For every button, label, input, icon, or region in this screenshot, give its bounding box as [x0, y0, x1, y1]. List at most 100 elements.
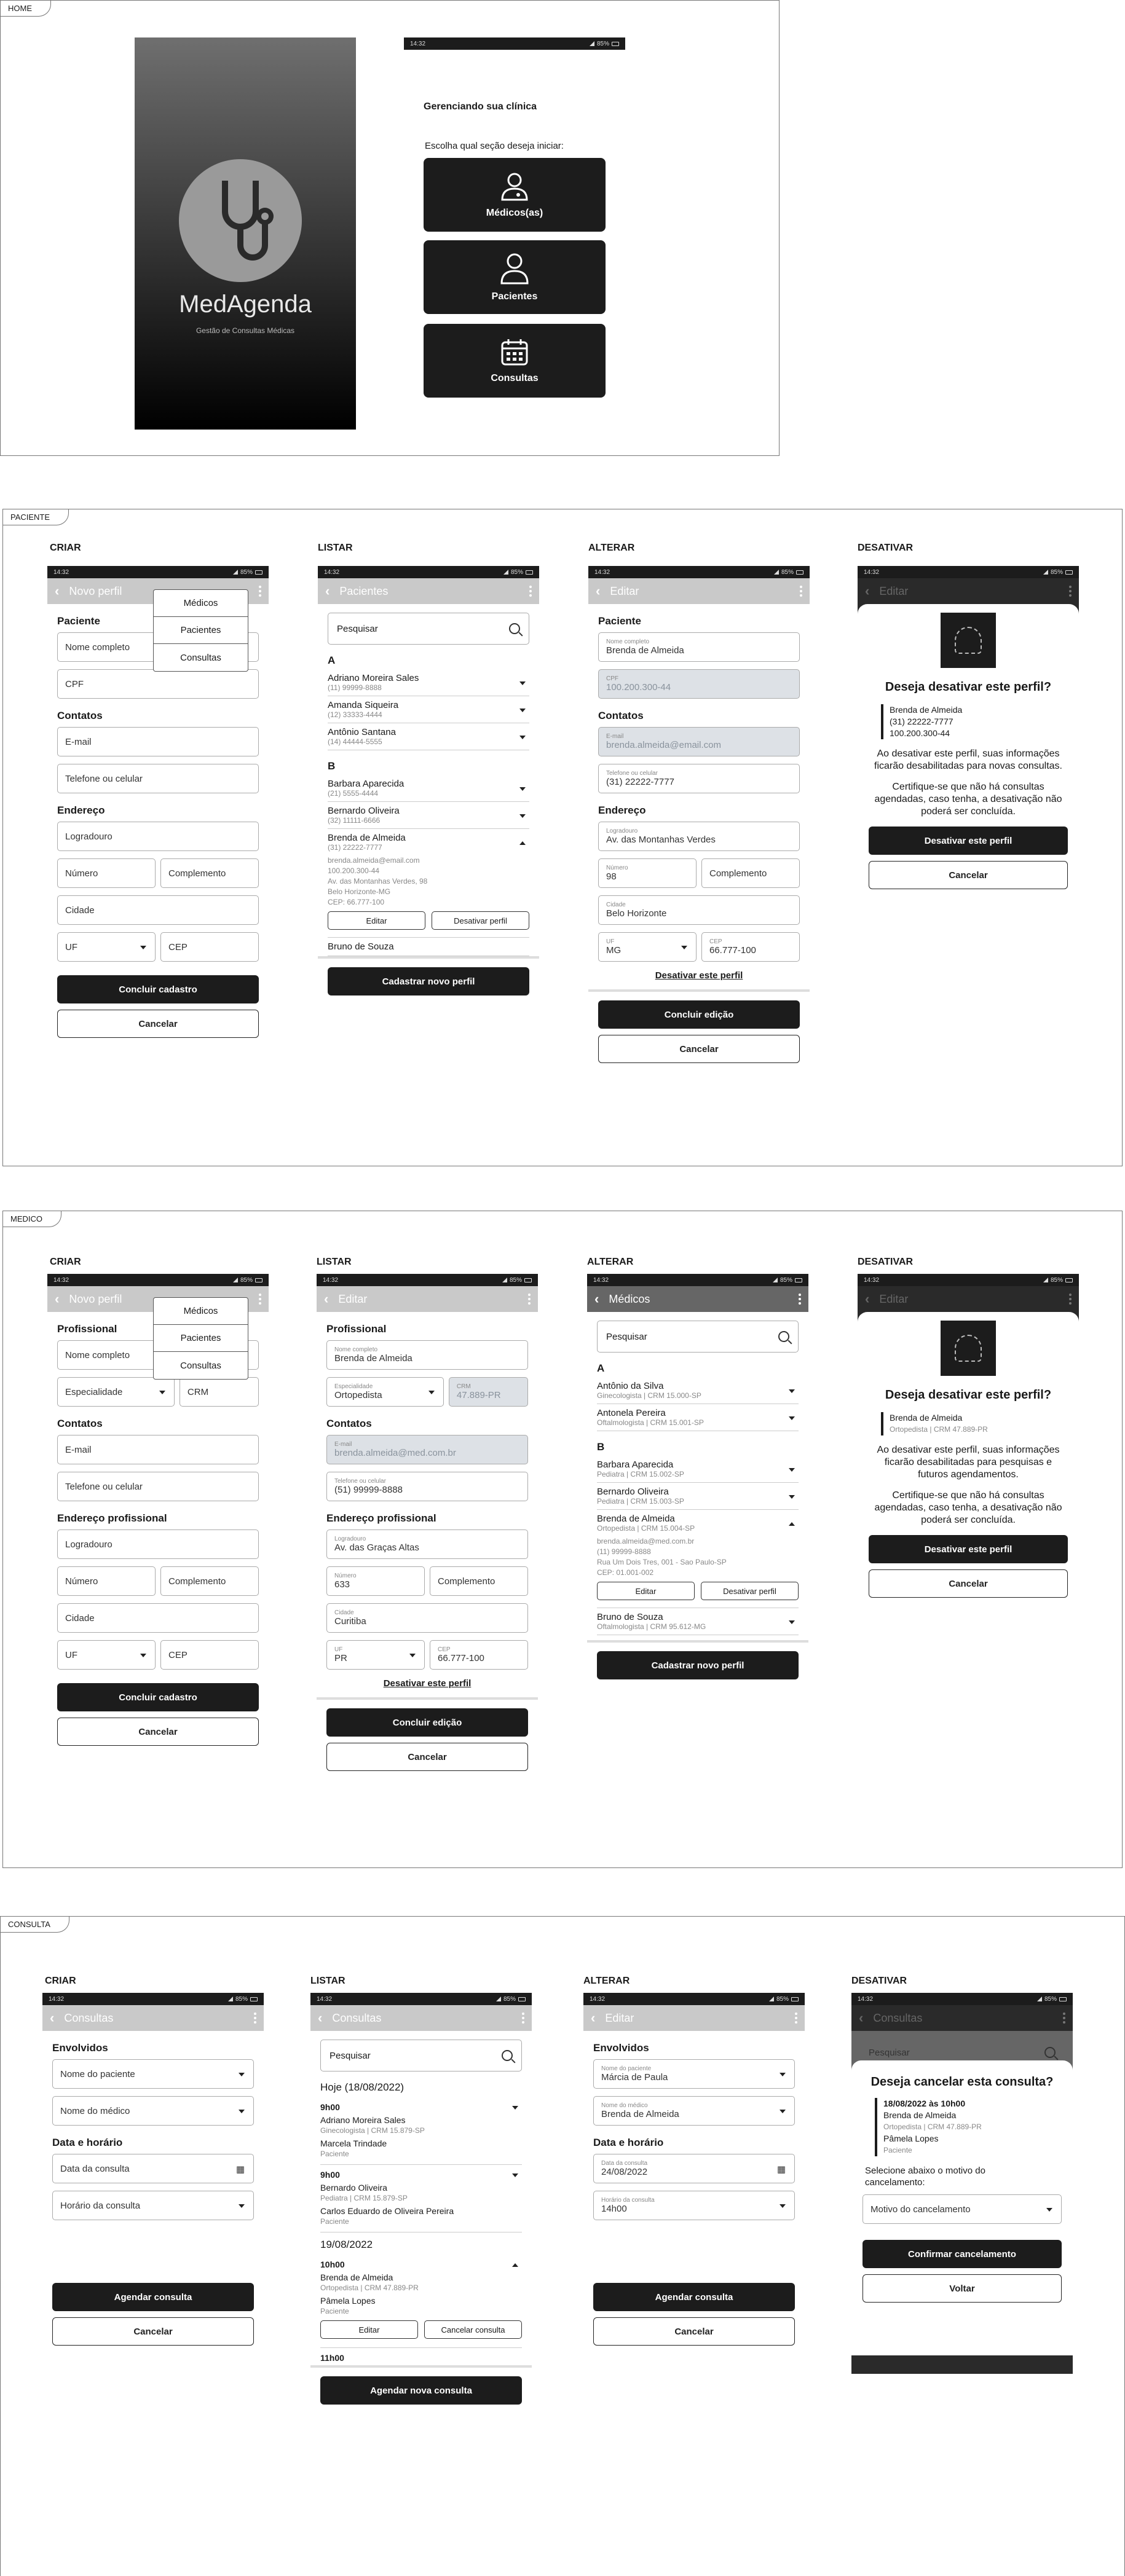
list-item[interactable]: Amanda Siqueira (12) 33333-4444 — [328, 696, 529, 723]
number-field[interactable]: Número 633 — [326, 1566, 425, 1596]
cep-field[interactable]: CEP 66.777-100 — [430, 1640, 528, 1670]
crm-field[interactable]: CRM — [179, 1377, 259, 1407]
edit-button[interactable]: Editar — [328, 911, 425, 930]
more-icon[interactable] — [259, 1294, 261, 1305]
doctor-select[interactable]: Nome do médico — [52, 2096, 254, 2126]
back-icon[interactable]: ‹ — [325, 583, 330, 599]
city-field[interactable]: Cidade — [57, 1603, 259, 1633]
cancel-button[interactable]: Cancelar — [57, 1010, 259, 1038]
list-item[interactable]: Adriano Moreira Sales (11) 99999-8888 — [328, 669, 529, 696]
new-profile-button[interactable]: Cadastrar novo perfil — [328, 967, 529, 995]
phone-field[interactable]: Telefone ou celular (51) 99999-8888 — [326, 1472, 528, 1501]
patients-tile[interactable]: Pacientes — [424, 240, 606, 314]
deactivate-button[interactable]: Desativar perfil — [432, 911, 529, 930]
appointment-item[interactable]: 9h00 Adriano Moreira Sales Ginecologista |… — [320, 2097, 522, 2165]
back-icon[interactable]: ‹ — [591, 2010, 595, 2026]
uf-select[interactable]: UF — [57, 1640, 156, 1670]
cpf-field[interactable]: CPF — [57, 669, 259, 699]
list-item[interactable]: Barbara Aparecida (21) 5555-4444 — [328, 775, 529, 802]
patient-select[interactable]: Nome do paciente Márcia de Paula — [593, 2059, 795, 2089]
appointment-item[interactable]: 9h00 Bernardo Oliveira Pediatra | CRM 15.8… — [320, 2165, 522, 2232]
time-select[interactable]: Horário da consulta — [52, 2191, 254, 2220]
cep-field[interactable]: CEP — [160, 1640, 259, 1670]
name-field[interactable]: Nome completo Brenda de Almeida — [326, 1340, 528, 1370]
edit-button[interactable]: Editar — [320, 2320, 418, 2339]
more-icon[interactable] — [259, 586, 261, 597]
cancel-button[interactable]: Cancelar — [593, 2317, 795, 2346]
city-field[interactable]: Cidade Curitiba — [326, 1603, 528, 1633]
back-icon[interactable]: ‹ — [324, 1291, 328, 1307]
cancel-button[interactable]: Cancelar — [869, 861, 1068, 889]
more-icon[interactable] — [528, 1294, 531, 1305]
list-item[interactable]: Bernardo Oliveira Pediatra | CRM 15.003-S… — [597, 1483, 799, 1510]
cancel-button[interactable]: Cancelar — [326, 1743, 528, 1771]
city-field[interactable]: Cidade — [57, 895, 259, 925]
deactivate-button[interactable]: Desativar perfil — [701, 1582, 799, 1600]
back-icon[interactable]: ‹ — [594, 1291, 599, 1307]
back-icon[interactable]: ‹ — [50, 2010, 54, 2026]
list-item[interactable]: Bruno de Souza Oftalmologista | CRM 95.61… — [597, 1608, 799, 1635]
appointment-item[interactable]: 11h00 — [320, 2348, 522, 2365]
confirm-deactivate-button[interactable]: Desativar este perfil — [869, 827, 1068, 855]
new-appointment-button[interactable]: Agendar nova consulta — [320, 2376, 522, 2405]
list-item[interactable]: Bernardo Oliveira (32) 11111-6666 — [328, 802, 529, 829]
save-button[interactable]: Concluir edição — [326, 1708, 528, 1737]
street-field[interactable]: Logradouro — [57, 1530, 259, 1559]
email-field[interactable]: E-mail — [57, 1435, 259, 1464]
number-field[interactable]: Número 98 — [598, 858, 697, 888]
street-field[interactable]: Logradouro — [57, 822, 259, 851]
list-item[interactable]: Antônio da Silva Ginecologista | CRM 15.0… — [597, 1377, 799, 1404]
schedule-button[interactable]: Agendar consulta — [593, 2283, 795, 2311]
cep-field[interactable]: CEP 66.777-100 — [701, 932, 800, 962]
time-select[interactable]: Horário da consulta 14h00 — [593, 2191, 795, 2220]
confirm-cancel-button[interactable]: Confirmar cancelamento — [862, 2240, 1062, 2268]
menu-item-pacientes[interactable]: Pacientes — [154, 617, 248, 644]
complement-field[interactable]: Complemento — [430, 1566, 528, 1596]
schedule-button[interactable]: Agendar consulta — [52, 2283, 254, 2311]
specialty-select[interactable]: Especialidade — [57, 1377, 175, 1407]
list-item[interactable]: Barbara Aparecida Pediatra | CRM 15.002-S… — [597, 1456, 799, 1483]
street-field[interactable]: Logradouro Av. das Graças Altas — [326, 1530, 528, 1559]
appointment-item-expanded[interactable]: 10h00 Brenda de Almeida Ortopedista | CRM … — [320, 2255, 522, 2348]
deactivate-link[interactable]: Desativar este perfil — [317, 1678, 538, 1689]
search-input[interactable]: Pesquisar — [597, 1321, 799, 1353]
number-field[interactable]: Número — [57, 858, 156, 888]
email-field[interactable]: E-mail — [57, 727, 259, 756]
back-icon[interactable]: ‹ — [55, 583, 59, 599]
phone-field[interactable]: Telefone ou celular (31) 22222-7777 — [598, 764, 800, 793]
date-field[interactable]: Data da consulta ▦ — [52, 2154, 254, 2183]
deactivate-link[interactable]: Desativar este perfil — [588, 970, 810, 981]
uf-select[interactable]: UF MG — [598, 932, 697, 962]
uf-select[interactable]: UF PR — [326, 1640, 425, 1670]
back-button[interactable]: Voltar — [862, 2274, 1062, 2303]
street-field[interactable]: Logradouro Av. das Montanhas Verdes — [598, 822, 800, 851]
new-profile-button[interactable]: Cadastrar novo perfil — [597, 1651, 799, 1679]
menu-item-consultas[interactable]: Consultas — [154, 644, 248, 671]
submit-button[interactable]: Concluir cadastro — [57, 1683, 259, 1711]
appointments-tile[interactable]: Consultas — [424, 324, 606, 398]
more-icon[interactable] — [529, 586, 532, 597]
search-input[interactable]: Pesquisar — [320, 2040, 522, 2071]
menu-item-medicos[interactable]: Médicos — [154, 590, 248, 617]
cancel-button[interactable]: Cancelar — [57, 1718, 259, 1746]
cep-field[interactable]: CEP — [160, 932, 259, 962]
list-item-expanded[interactable]: Brenda de Almeida Ortopedista | CRM 15.00… — [597, 1510, 799, 1608]
doctors-tile[interactable]: Médicos(as) — [424, 158, 606, 232]
menu-item-medicos[interactable]: Médicos — [154, 1298, 248, 1325]
doctor-select[interactable]: Nome do médico Brenda de Almeida — [593, 2096, 795, 2126]
specialty-select[interactable]: Especialidade Ortopedista — [326, 1377, 444, 1407]
complement-field[interactable]: Complemento — [160, 858, 259, 888]
list-item[interactable]: Antonela Pereira Oftalmologista | CRM 15.… — [597, 1404, 799, 1431]
cancel-button[interactable]: Cancelar — [869, 1569, 1068, 1598]
confirm-deactivate-button[interactable]: Desativar este perfil — [869, 1535, 1068, 1563]
back-icon[interactable]: ‹ — [55, 1291, 59, 1307]
submit-button[interactable]: Concluir cadastro — [57, 975, 259, 1003]
edit-button[interactable]: Editar — [597, 1582, 695, 1600]
list-item-expanded[interactable]: Brenda de Almeida (31) 22222-7777 brenda.… — [328, 829, 529, 938]
search-input[interactable]: Pesquisar — [328, 613, 529, 645]
number-field[interactable]: Número — [57, 1566, 156, 1596]
save-button[interactable]: Concluir edição — [598, 1000, 800, 1029]
more-icon[interactable] — [800, 586, 802, 597]
back-icon[interactable]: ‹ — [318, 2010, 322, 2026]
more-icon[interactable] — [522, 2012, 524, 2024]
